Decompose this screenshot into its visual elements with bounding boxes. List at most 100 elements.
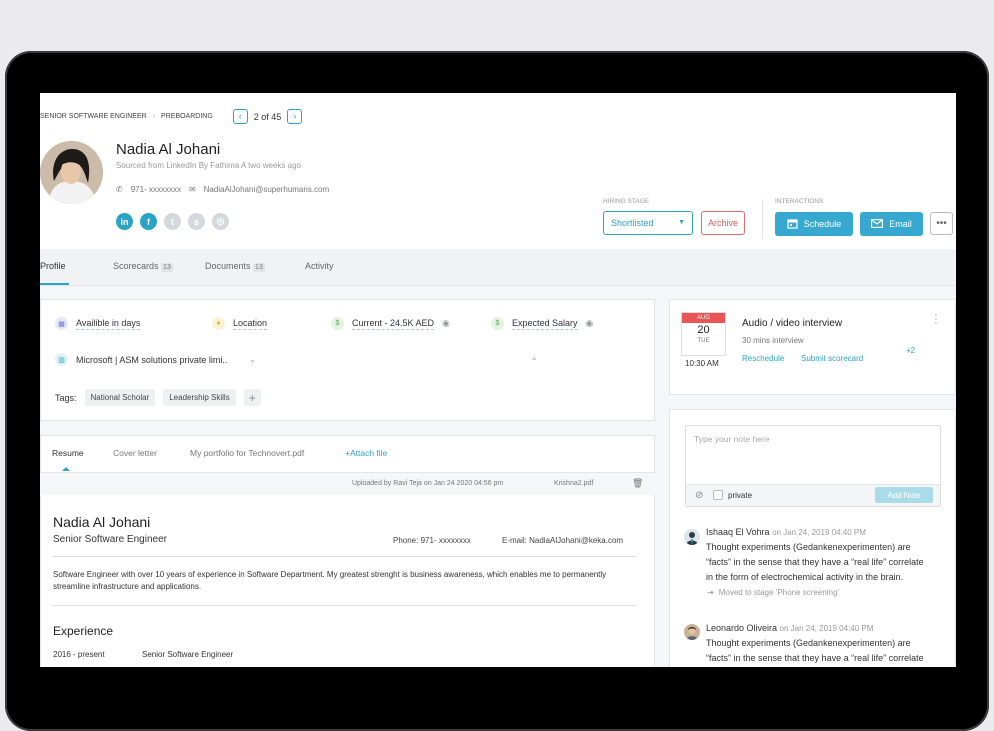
interview-time: 10:30 AM: [685, 359, 719, 368]
resume-name: Nadia Al Johani: [53, 514, 151, 530]
caret-down-icon: ▼: [678, 219, 685, 226]
add-tag-button[interactable]: +: [243, 389, 261, 406]
dollar-icon: $: [331, 317, 344, 330]
schedule-label: Schedule: [803, 219, 842, 229]
company-value: Microsoft | ASM solutions private limi..: [76, 354, 228, 365]
current-salary-field[interactable]: $ Current - 24.5K AED ◉: [331, 317, 450, 330]
resume-title: Senior Software Engineer: [53, 534, 167, 545]
comment-text: Thought experiments (Gedankenexperimente…: [706, 638, 911, 648]
mail-icon: ✉: [188, 185, 196, 194]
comment-text: “facts” in the sense that they have a “r…: [706, 557, 924, 567]
expected-salary-field[interactable]: $ Expected Salary ◉: [491, 317, 593, 330]
stage-change-text: Moved to stage ‘Phone screening’: [718, 588, 840, 597]
tab-bar: [40, 249, 956, 286]
breadcrumb: SENIOR SOFTWARE ENGINEER › PREBOARDING ‹…: [40, 109, 303, 124]
active-tab-indicator: [40, 283, 69, 285]
avatar: [40, 141, 103, 204]
hiring-stage-select[interactable]: Shortlisted ▼: [603, 211, 693, 235]
current-salary-value: Current - 24.5K AED: [352, 317, 435, 330]
note-input[interactable]: Type your note here ⊘ private Add Note: [685, 425, 941, 507]
tab-documents-label: Documents: [205, 261, 251, 271]
app-screen: SENIOR SOFTWARE ENGINEER › PREBOARDING ‹…: [40, 93, 956, 667]
facebook-icon[interactable]: f: [140, 213, 157, 230]
stage-change-note: ⇥ Moved to stage ‘Phone screening’: [707, 588, 839, 597]
resume-email: E-mail: NadiaAlJohani@keka.com: [502, 536, 624, 545]
availability-field[interactable]: ▦ Availible in days: [55, 317, 141, 330]
resume-file-name[interactable]: Krishna2.pdf: [554, 480, 593, 487]
interactions-label: INTERACTIONS: [775, 198, 824, 205]
company-field[interactable]: ▥ Microsoft | ASM solutions private limi…: [55, 353, 256, 366]
prev-candidate-button[interactable]: ‹: [232, 109, 248, 124]
github-icon[interactable]: ◎: [212, 213, 229, 230]
tab-scorecards-label: Scorecards: [113, 261, 159, 271]
interview-duration: 30 mins interview: [742, 336, 804, 345]
candidate-contact: ✆ 971- xxxxxxxx ✉ NadiaAlJohani@superhum…: [116, 185, 329, 194]
eye-icon[interactable]: ◉: [586, 318, 594, 329]
move-icon: ⇥: [707, 588, 714, 597]
tab-scorecards[interactable]: Scorecards 13: [113, 261, 173, 272]
paperclip-icon[interactable]: ⊘: [695, 490, 703, 501]
attach-file-link[interactable]: +Attach file: [345, 448, 387, 458]
comment-time: on Jan 24, 2019 04:40 PM: [779, 624, 874, 633]
envelope-icon: [871, 218, 884, 230]
comment-author[interactable]: Leonardo Oliveira: [706, 623, 777, 633]
tags-row: Tags: National Scholar Leadership Skills…: [55, 389, 261, 406]
location-pin-icon: ●: [212, 317, 225, 330]
reschedule-link[interactable]: Reschedule: [742, 354, 784, 363]
linkedin-icon[interactable]: in: [116, 213, 133, 230]
breadcrumb-stage[interactable]: PREBOARDING: [161, 113, 213, 120]
tags-label: Tags:: [55, 392, 77, 403]
more-interviewers-badge[interactable]: +2: [906, 346, 915, 355]
chevron-down-icon: ⌄: [249, 355, 257, 364]
private-checkbox[interactable]: [713, 490, 723, 500]
location-field[interactable]: ● Location: [212, 317, 268, 330]
chevron-down-icon[interactable]: ⌄: [531, 353, 538, 362]
phone-icon: ✆: [116, 185, 123, 194]
comment-text: Thought experiments (Gedankenexperimente…: [706, 542, 911, 552]
archive-button[interactable]: Archive: [701, 211, 745, 235]
trash-icon[interactable]: 🗑: [632, 478, 643, 489]
tag-chip[interactable]: Leadership Skills: [163, 389, 236, 406]
expected-salary-value: Expected Salary: [512, 317, 578, 330]
interview-title: Audio / video interview: [742, 318, 843, 329]
experience-heading: Experience: [53, 624, 114, 638]
building-icon: ▥: [55, 353, 68, 366]
breadcrumb-job[interactable]: SENIOR SOFTWARE ENGINEER: [40, 113, 147, 120]
cover-letter-tab[interactable]: Cover letter: [113, 448, 157, 458]
experience-role: Senior Software Engineer: [142, 650, 234, 659]
hiring-stage-label: HIRING STAGE: [603, 198, 650, 205]
social-links: in f t s ◎: [116, 213, 229, 230]
resume-card: [40, 435, 655, 667]
tag-chip[interactable]: National Scholar: [84, 389, 156, 406]
avatar: [684, 624, 700, 640]
candidate-email[interactable]: NadiaAlJohani@superhumans.com: [204, 185, 330, 194]
candidate-phone[interactable]: 971- xxxxxxxx: [131, 185, 181, 194]
more-options-button[interactable]: •••: [930, 212, 953, 235]
portfolio-tab[interactable]: My portfolio for Technovert.pdf: [190, 448, 304, 458]
kebab-menu-icon[interactable]: · · ·: [934, 310, 938, 329]
skype-icon[interactable]: s: [188, 213, 205, 230]
calendar-icon: ▦: [55, 317, 68, 330]
submit-scorecard-link[interactable]: Submit scorecard: [801, 354, 863, 363]
header-divider: [762, 199, 763, 239]
add-note-button[interactable]: Add Note: [875, 487, 933, 503]
avatar: [684, 529, 700, 545]
resume-tab[interactable]: Resume: [52, 448, 84, 458]
comment-author[interactable]: Ishaaq El Vohra: [706, 527, 770, 537]
divider: [53, 556, 637, 557]
divider: [53, 605, 637, 606]
resume-phone: Phone: 971- xxxxxxxx: [393, 536, 471, 545]
comment-text: “facts” in the sense that they have a “r…: [706, 653, 924, 663]
email-button[interactable]: Email: [860, 212, 923, 236]
chevron-right-icon: ›: [152, 113, 156, 120]
twitter-icon[interactable]: t: [164, 213, 181, 230]
next-candidate-button[interactable]: ›: [287, 109, 303, 124]
tab-activity[interactable]: Activity: [305, 261, 334, 271]
eye-icon[interactable]: ◉: [442, 318, 450, 329]
tab-documents[interactable]: Documents 13: [205, 261, 265, 272]
tab-profile[interactable]: Profile: [40, 261, 66, 271]
resume-summary: Software Engineer with over 10 years of …: [53, 570, 607, 591]
schedule-button[interactable]: Schedule: [775, 212, 853, 236]
upload-info: Uploaded by Ravi Teja on Jan 24 2020 04:…: [352, 480, 504, 487]
tab-scorecards-count: 13: [161, 263, 173, 272]
